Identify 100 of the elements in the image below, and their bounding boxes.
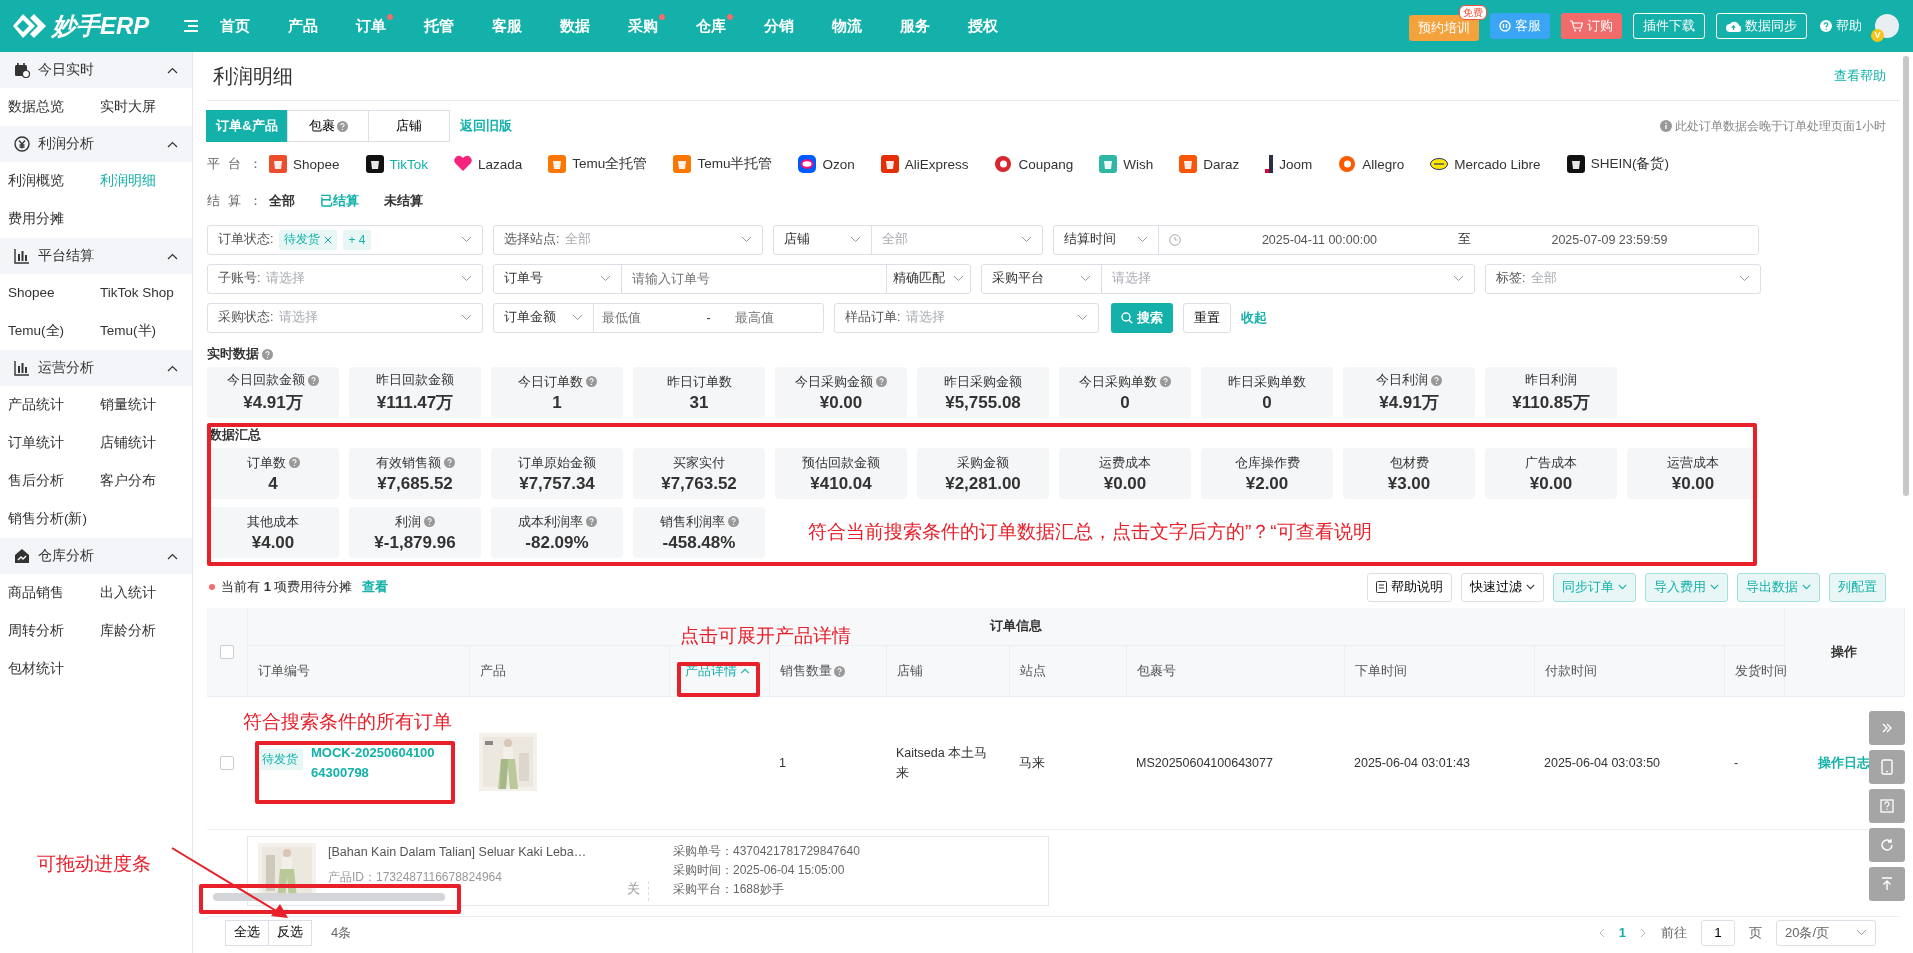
dropdown-field[interactable]: 子账号: 请选择 [207, 263, 483, 294]
checkbox[interactable] [219, 645, 234, 660]
pending-fee-notice: 当前有 1 项费用待分摊 [221, 578, 353, 596]
help-icon[interactable] [262, 348, 273, 360]
phone-icon [1881, 759, 1893, 775]
platform-option[interactable]: Wish [1099, 155, 1154, 173]
sidebar-item[interactable]: Shopee [8, 274, 100, 312]
sidebar-item[interactable]: Temu(半) [100, 312, 200, 350]
menu-icon[interactable] [184, 20, 198, 32]
purchase-info: 采购单号：4370421781729847640 [673, 843, 860, 860]
platform-option[interactable]: Temu半托管 [673, 155, 773, 173]
platform-option[interactable]: Temu全托管 [548, 155, 648, 173]
help-icon[interactable] [308, 374, 319, 386]
help-icon[interactable] [585, 376, 597, 387]
settlement-option[interactable]: 全部 [269, 192, 295, 210]
sidebar-item[interactable]: 店铺统计 [100, 424, 200, 462]
close-icon[interactable] [324, 235, 333, 244]
sidebar-item[interactable]: TikTok Shop [100, 274, 200, 312]
platform-option[interactable]: Shopee [269, 155, 340, 173]
table-cell-text: - [1734, 755, 1740, 772]
settlement-label: 结算： [207, 192, 269, 210]
sidebar-item[interactable]: 销售分析(新) [8, 500, 100, 538]
sidebar-item[interactable]: 周转分析 [8, 612, 100, 650]
sidebar-item[interactable]: 产品统计 [8, 386, 100, 424]
house-icon [14, 548, 30, 564]
help-icon[interactable] [424, 516, 435, 527]
platform-option[interactable]: Daraz [1179, 155, 1240, 173]
tab[interactable]: 店铺 [368, 110, 450, 142]
match-mode-select[interactable]: 精确匹配 [886, 264, 970, 293]
dropdown-field[interactable]: 标签: 全部 [1485, 263, 1761, 294]
dropdown-field[interactable]: 样品订单: 请选择 [834, 302, 1099, 333]
column-header: 站点 [1019, 662, 1046, 680]
sidebar-item[interactable]: 实时大屏 [100, 88, 200, 126]
platform-option[interactable]: Allegro [1338, 155, 1405, 173]
stat-value: 0 [1262, 392, 1272, 413]
option-select[interactable]: 订单金额 [494, 303, 594, 332]
help-icon[interactable] [876, 376, 887, 387]
help-icon[interactable] [833, 665, 845, 677]
back-to-top-button[interactable] [1869, 867, 1905, 901]
settlement-option[interactable]: 未结算 [384, 192, 423, 210]
sidebar-item[interactable]: 数据总览 [8, 88, 100, 126]
sidebar-item[interactable]: 利润概览 [8, 162, 100, 200]
chevron-left-icon[interactable] [1597, 927, 1605, 938]
column-header: 操作 [1831, 644, 1858, 659]
refresh-button[interactable] [1869, 828, 1905, 862]
dropdown-field[interactable]: 选择站点: 全部 [493, 224, 763, 255]
help-icon[interactable] [727, 516, 739, 527]
toolbar-button[interactable]: 帮助说明 [1367, 572, 1452, 602]
platform-option[interactable]: Coupang [994, 155, 1074, 173]
toolbar-button[interactable]: 快速过滤 [1461, 572, 1544, 602]
page-input[interactable]: 1 [1701, 919, 1735, 946]
stat-value: 31 [689, 392, 709, 413]
page-size-select[interactable]: 20条/页 [1776, 919, 1876, 946]
reset-button[interactable]: 重置 [1183, 302, 1231, 333]
stat-label: 仓库操作费 [1234, 453, 1300, 472]
sidebar-item[interactable]: 售后分析 [8, 462, 100, 500]
status-tag: 待发货 [257, 749, 303, 770]
sidebar-item[interactable]: Temu(全) [8, 312, 100, 350]
help-icon[interactable] [585, 516, 597, 527]
sidebar-item[interactable]: 商品销售 [8, 574, 100, 612]
sidebar-item[interactable]: 客户分布 [100, 462, 200, 500]
sidebar-item[interactable]: 订单统计 [8, 424, 100, 462]
table-cell-text: 2025-06-04 03:01:43 [1354, 755, 1472, 772]
sidebar-item[interactable]: 出入统计 [100, 574, 200, 612]
invert-selection-button[interactable]: 反选 [268, 919, 312, 946]
help-icon[interactable] [1160, 376, 1171, 387]
section-header[interactable]: 平台结算 [0, 238, 192, 274]
help-icon[interactable] [443, 457, 455, 468]
stat-value: ¥7,763.52 [661, 473, 737, 494]
help-icon[interactable] [1431, 374, 1442, 386]
dropdown-field[interactable]: 采购状态: 请选择 [207, 302, 483, 333]
section-header[interactable]: 今日实时 [0, 52, 192, 88]
stat-label: 预估回款金额 [802, 453, 880, 472]
section-header[interactable]: 利润分析 [0, 126, 192, 162]
platform-option[interactable]: Mercado Libre [1430, 155, 1541, 173]
platform-option[interactable]: AliExpress [880, 155, 969, 173]
help-button[interactable] [1869, 789, 1905, 823]
section-header[interactable]: 仓库分析 [0, 538, 192, 574]
option-text: 订单号 [504, 270, 543, 287]
collapse-button[interactable] [1869, 711, 1905, 745]
platform-option[interactable]: Joom [1265, 155, 1313, 173]
sidebar-item[interactable]: 销量统计 [100, 386, 200, 424]
checkbox[interactable] [220, 756, 234, 771]
help-icon[interactable] [288, 457, 300, 468]
mobile-button[interactable] [1869, 750, 1905, 784]
select-all-button[interactable]: 全选 [225, 919, 269, 946]
free-badge: 免费 [1459, 5, 1487, 20]
chevron-right-icon[interactable] [1640, 927, 1647, 938]
order-number-field[interactable]: 订单号 请输入订单号 精确匹配 [493, 263, 971, 294]
table-cell-text: MS20250604100643077 [1136, 755, 1274, 772]
platform-option[interactable]: SHEIN(备货) [1566, 155, 1669, 173]
dropdown-field[interactable]: 订单状态: 待发货 + 4 [207, 224, 483, 255]
platform-option[interactable]: Ozon [798, 155, 855, 173]
sidebar-item[interactable]: 包材统计 [8, 650, 100, 688]
sidebar-item[interactable]: 费用分摊 [8, 200, 100, 238]
scrollbar-thumb[interactable] [1903, 56, 1909, 496]
section-header[interactable]: 运营分析 [0, 350, 192, 386]
platform-option[interactable]: Lazada [454, 155, 523, 173]
sidebar-item[interactable]: 库龄分析 [100, 612, 200, 650]
tab[interactable]: 包裹 [287, 110, 369, 142]
